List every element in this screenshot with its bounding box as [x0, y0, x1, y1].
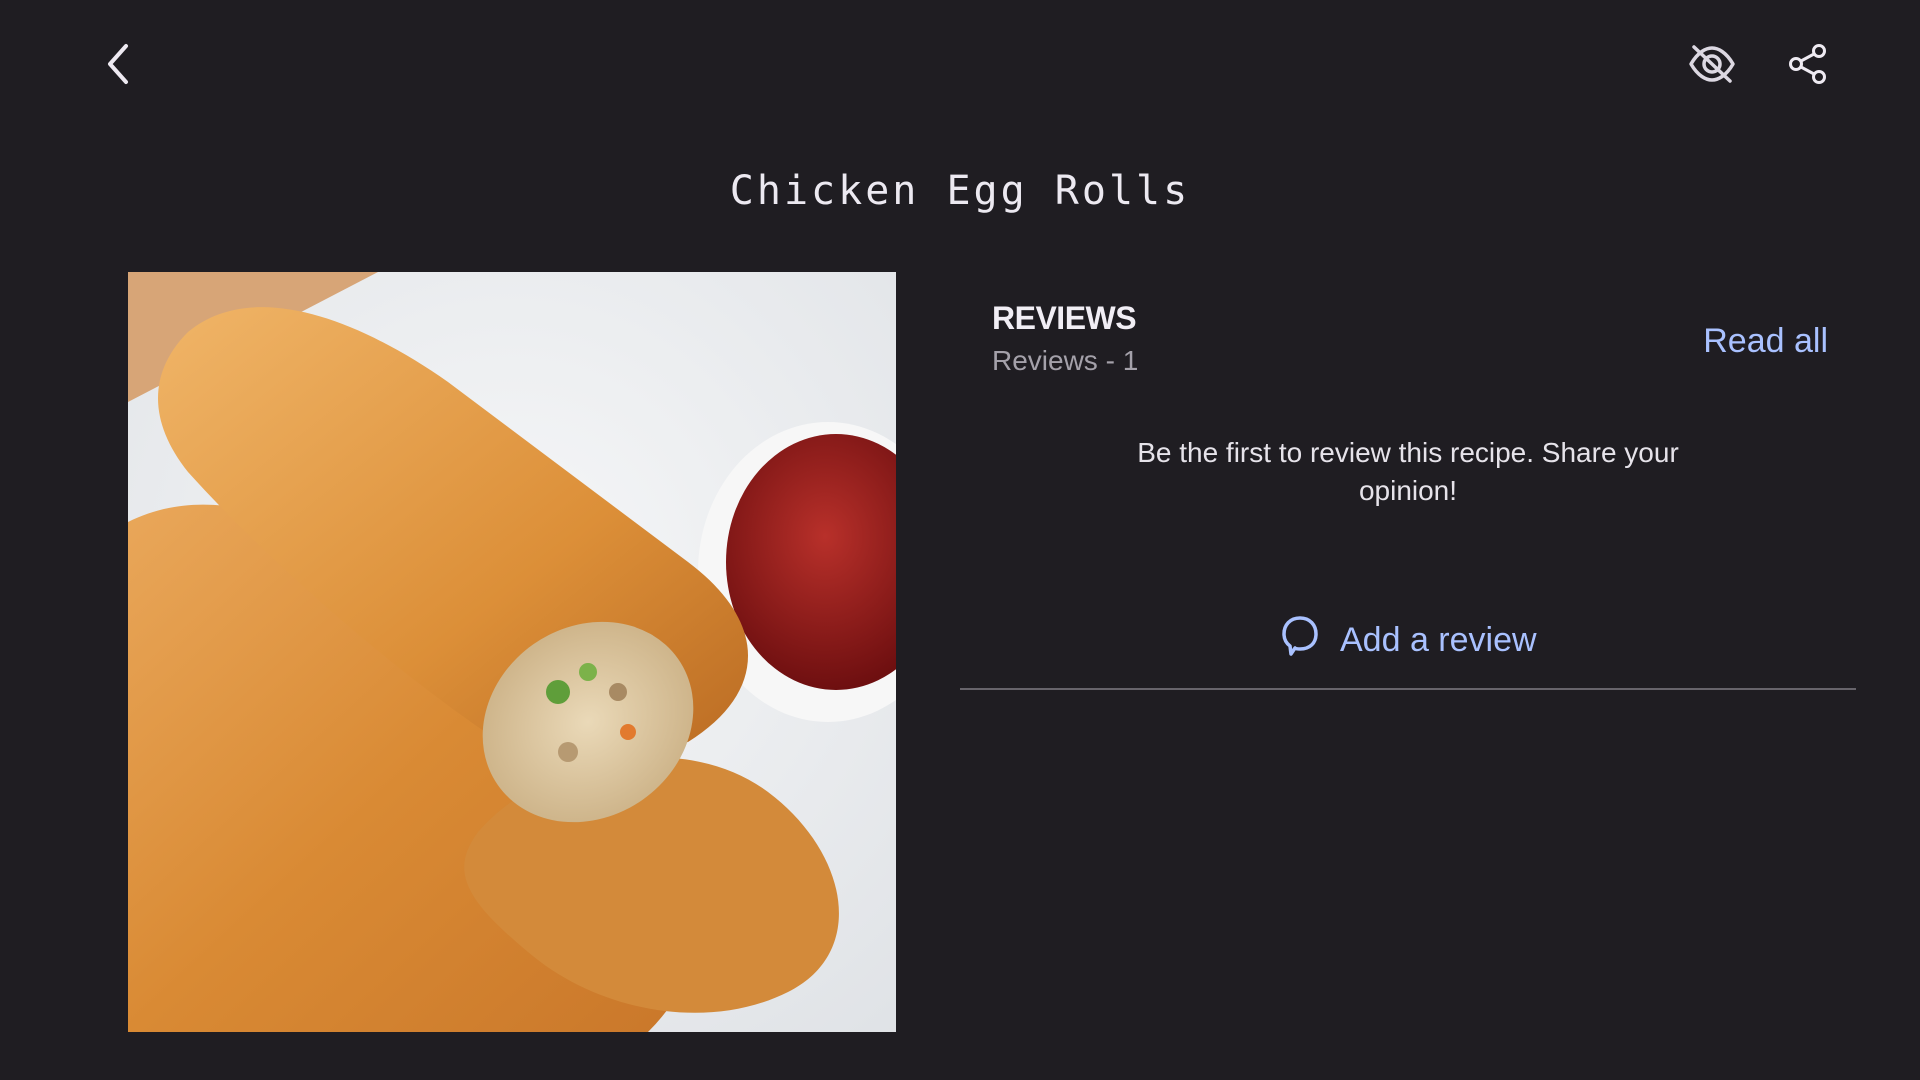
reviews-heading: REVIEWS: [992, 300, 1137, 336]
hide-recipe-button[interactable]: [1680, 32, 1744, 96]
read-all-link[interactable]: Read all: [1703, 322, 1828, 361]
add-review-label: Add a review: [1340, 620, 1537, 659]
eye-off-icon: [1688, 44, 1736, 84]
egg-rolls-photo: [128, 272, 896, 1032]
share-button[interactable]: [1776, 32, 1840, 96]
share-icon: [1786, 42, 1830, 86]
reviews-header: REVIEWS Reviews - 1: [992, 300, 1138, 377]
chevron-left-icon: [100, 42, 140, 86]
add-review-button[interactable]: Add a review: [1280, 614, 1537, 667]
recipe-page: Chicken Egg Rolls REVIEWS Reviews - 1 Re…: [0, 0, 1920, 1080]
back-button[interactable]: [88, 32, 152, 96]
divider: [960, 688, 1856, 690]
empty-reviews-message: Be the first to review this recipe. Shar…: [1137, 437, 1679, 506]
recipe-image: [128, 272, 896, 1032]
reviews-count: Reviews - 1: [992, 345, 1139, 376]
recipe-title: Chicken Egg Rolls: [729, 168, 1191, 214]
comment-icon: [1280, 614, 1320, 667]
